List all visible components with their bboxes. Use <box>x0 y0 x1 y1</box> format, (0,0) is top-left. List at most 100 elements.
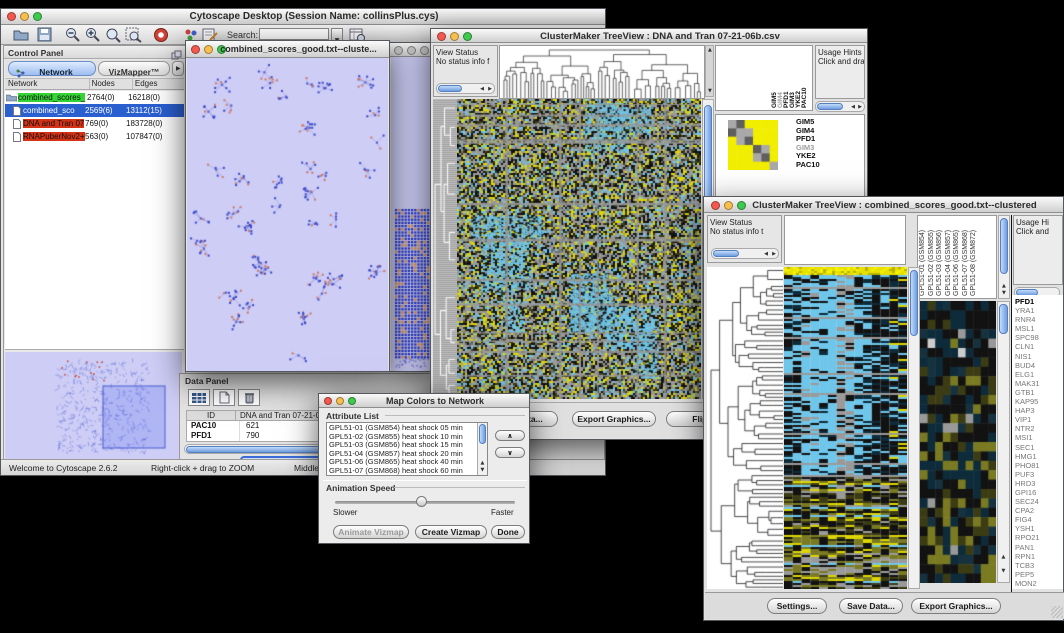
network-canvas[interactable] <box>187 58 388 371</box>
tv2-gene-item[interactable]: PAN1 <box>1015 543 1040 552</box>
network-row[interactable]: combined_scores_2764(0)16218(0) <box>5 91 184 104</box>
tv1-heatmap[interactable] <box>457 99 701 399</box>
tv2-gene-item[interactable]: PUF3 <box>1015 470 1040 479</box>
tv2-zoom-vscrollbar[interactable]: ▲ ▼ <box>997 301 1010 583</box>
tv1-status-scrollbar[interactable]: ◀ ▶ <box>436 83 495 94</box>
tv2-gene-item[interactable]: NIS1 <box>1015 352 1040 361</box>
tv2-gene-item[interactable]: PFD1 <box>1015 297 1040 306</box>
attribute-item[interactable]: GPL51-04 (GSM857) heat shock 20 min <box>329 450 476 459</box>
tv2-gene-item[interactable]: HRD3 <box>1015 479 1040 488</box>
data-col-id[interactable]: ID <box>187 411 236 420</box>
col-network[interactable]: Network <box>5 79 90 89</box>
minimize-icon[interactable] <box>336 397 344 405</box>
network-row[interactable]: DNA and Tran 07769(0)183728(0) <box>5 117 184 130</box>
tv2-gene-item[interactable]: GPI16 <box>1015 488 1040 497</box>
tv2-gene-item[interactable]: RPO21 <box>1015 533 1040 542</box>
tv2-gene-item[interactable]: GTB1 <box>1015 388 1040 397</box>
tab-vizmapper[interactable]: VizMapper™ <box>98 61 170 76</box>
tv2-gene-item[interactable]: HAP3 <box>1015 406 1040 415</box>
tv2-gene-item[interactable]: HMG1 <box>1015 452 1040 461</box>
network-row[interactable]: combined_sco2569(6)13112(15) <box>5 104 184 117</box>
attribute-item[interactable]: GPL51-01 (GSM854) heat shock 05 min <box>329 424 476 433</box>
network-row[interactable]: RNAPuberNov2+!563(0)107847(0) <box>5 130 184 143</box>
attribute-list[interactable]: GPL51-01 (GSM854) heat shock 05 minGPL51… <box>326 422 488 476</box>
new-attribute-button[interactable] <box>213 389 235 406</box>
open-file-icon[interactable] <box>13 27 29 47</box>
tv2-gene-item[interactable]: NTR2 <box>1015 424 1040 433</box>
main-titlebar[interactable]: Cytoscape Desktop (Session Name: collins… <box>1 9 605 25</box>
tv2-gene-item[interactable]: MSL1 <box>1015 324 1040 333</box>
tv2-gene-item[interactable]: VIP1 <box>1015 415 1040 424</box>
tab-overflow-button[interactable]: ▶ <box>172 61 184 76</box>
delete-attribute-button[interactable] <box>238 389 260 406</box>
tv2-gene-item[interactable]: MAK31 <box>1015 379 1040 388</box>
tv2-gene-list[interactable]: PFD1YRA1RNR4MSL1SPC98CLN1NIS1BUD4ELG1MAK… <box>1012 295 1063 589</box>
tv2-titlebar[interactable]: ClusterMaker TreeView : combined_scores_… <box>704 197 1063 213</box>
tab-network[interactable]: Network <box>8 61 96 76</box>
minimize-icon[interactable] <box>20 12 29 21</box>
tv2-gene-item[interactable]: SEC24 <box>1015 497 1040 506</box>
tv2-gene-item[interactable]: MON2 <box>1015 579 1040 588</box>
close-icon[interactable] <box>7 12 16 21</box>
net2-titlebar[interactable] <box>390 43 433 57</box>
tv2-gene-item[interactable]: SPC98 <box>1015 333 1040 342</box>
move-up-button[interactable]: ∧ <box>495 430 525 441</box>
tv2-gene-item[interactable]: KAP95 <box>1015 397 1040 406</box>
tv2-gene-item[interactable]: YRA1 <box>1015 306 1040 315</box>
tv1-usage-scrollbar[interactable]: ◀ ▶ <box>815 101 865 112</box>
move-down-button[interactable]: ∨ <box>495 447 525 458</box>
tv1-titlebar[interactable]: ClusterMaker TreeView : DNA and Tran 07-… <box>431 29 867 43</box>
attribute-list-scrollbar[interactable]: ▲ ▼ <box>477 423 487 475</box>
tv2-gene-item[interactable]: CLN1 <box>1015 342 1040 351</box>
tv1-mini-scroll[interactable]: ▲▼ <box>705 45 714 97</box>
tv2-gene-item[interactable]: FIG4 <box>1015 515 1040 524</box>
tv1-zoom-matrix[interactable] <box>728 120 778 170</box>
tv2-gene-item[interactable]: TCB3 <box>1015 561 1040 570</box>
tv2-heatmap-vscrollbar[interactable] <box>908 267 920 589</box>
tv1-column-dendrogram[interactable] <box>499 45 705 99</box>
attribute-select-button[interactable] <box>188 389 210 406</box>
animate-vizmap-button[interactable]: Animate Vizmap <box>333 525 409 539</box>
resize-grip[interactable] <box>1051 606 1063 618</box>
col-edges[interactable]: Edges <box>133 79 184 89</box>
attribute-item[interactable]: GPL51-07 (GSM868) heat shock 60 min <box>329 467 476 475</box>
close-icon[interactable] <box>191 45 200 54</box>
create-vizmap-button[interactable]: Create Vizmap <box>415 525 487 539</box>
attribute-item[interactable]: GPL51-03 (GSM856) heat shock 15 min <box>329 441 476 450</box>
zoom-window-icon[interactable] <box>420 46 429 55</box>
close-icon[interactable] <box>394 46 403 55</box>
minimize-icon[interactable] <box>204 45 213 54</box>
search-input[interactable] <box>259 28 329 40</box>
col-nodes[interactable]: Nodes <box>90 79 133 89</box>
network-table-header[interactable]: Network Nodes Edges <box>5 78 184 90</box>
tv2-gene-item[interactable]: SEC1 <box>1015 443 1040 452</box>
tv1-export-graphics-button[interactable]: Export Graphics... <box>572 411 656 427</box>
minimize-icon[interactable] <box>407 46 416 55</box>
tv2-gene-item[interactable]: MSI1 <box>1015 433 1040 442</box>
tv2-row-dendrogram[interactable] <box>707 267 783 589</box>
tv2-gene-item[interactable]: PEP5 <box>1015 570 1040 579</box>
tv1-row-dendrogram[interactable] <box>433 99 457 399</box>
network-canvas-2[interactable] <box>391 57 432 371</box>
tv2-column-dendrogram[interactable] <box>784 215 906 265</box>
tv2-gene-item[interactable]: RPN1 <box>1015 552 1040 561</box>
tv2-gene-item[interactable]: ELG1 <box>1015 370 1040 379</box>
close-icon[interactable] <box>324 397 332 405</box>
tv2-labels-vscrollbar[interactable]: ▲ ▼ <box>998 215 1010 299</box>
tv2-zoom-heatmap[interactable] <box>920 301 996 583</box>
tv2-settings-button[interactable]: Settings... <box>767 598 827 614</box>
close-icon[interactable] <box>437 32 446 41</box>
tv2-gene-item[interactable]: CPA2 <box>1015 506 1040 515</box>
dialog-titlebar[interactable]: Map Colors to Network <box>319 394 529 408</box>
tv2-gene-item[interactable]: BUD4 <box>1015 361 1040 370</box>
tv2-gene-item[interactable]: YSH1 <box>1015 524 1040 533</box>
attribute-item[interactable]: GPL51-06 (GSM865) heat shock 40 min <box>329 458 476 467</box>
tv1-gene-item[interactable]: PAC10 <box>796 161 820 170</box>
close-icon[interactable] <box>711 201 720 210</box>
done-button[interactable]: Done <box>491 525 525 539</box>
minimize-icon[interactable] <box>450 32 459 41</box>
tv2-export-graphics-button[interactable]: Export Graphics... <box>911 598 1001 614</box>
minimize-icon[interactable] <box>724 201 733 210</box>
tv2-status-scrollbar[interactable]: ◀ ▶ <box>711 248 779 259</box>
attribute-item[interactable]: GPL51-02 (GSM855) heat shock 10 min <box>329 433 476 442</box>
